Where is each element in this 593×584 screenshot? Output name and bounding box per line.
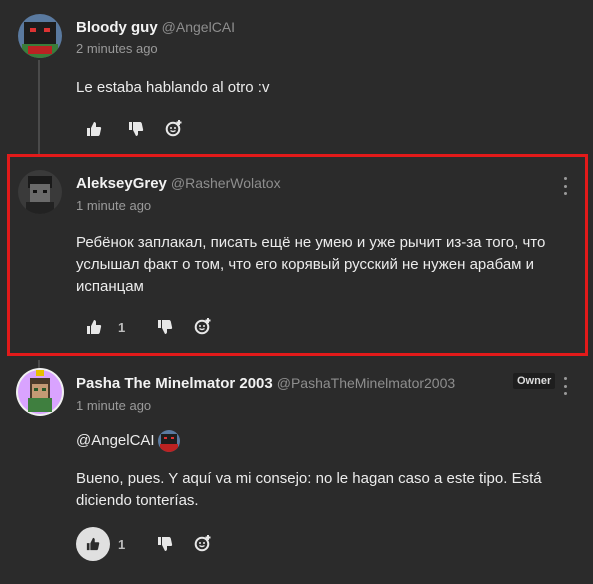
- dislike-icon[interactable]: [155, 534, 175, 554]
- comment-text: Le estaba hablando al otro :v: [76, 79, 270, 96]
- comment-text: Ребёнок заплакал, писать ещё не умею и у…: [76, 234, 546, 295]
- like-icon[interactable]: [84, 317, 104, 337]
- comment-text: Bueno, pues. Y aquí va mi consejo: no le…: [76, 470, 542, 509]
- more-options-icon[interactable]: [561, 177, 569, 195]
- author-name[interactable]: AlekseyGrey @RasherWolatox: [76, 175, 281, 192]
- avatar[interactable]: [18, 170, 62, 214]
- timestamp[interactable]: 2 minutes ago: [76, 41, 158, 56]
- reply-icon[interactable]: [164, 118, 184, 138]
- reply-icon[interactable]: [193, 533, 213, 553]
- author-handle[interactable]: @AngelCAI: [162, 19, 235, 35]
- like-count: 1: [118, 537, 126, 552]
- like-icon: [86, 537, 100, 551]
- dislike-icon[interactable]: [126, 119, 146, 139]
- timestamp[interactable]: 1 minute ago: [76, 398, 151, 413]
- dislike-icon[interactable]: [155, 317, 175, 337]
- mention-avatar: [158, 430, 180, 452]
- mention-link[interactable]: @AngelCAI: [76, 432, 155, 449]
- like-count: 1: [118, 320, 126, 335]
- avatar[interactable]: [18, 14, 62, 58]
- like-button-active[interactable]: [76, 527, 110, 561]
- thread-line: [38, 60, 40, 156]
- author-handle[interactable]: @RasherWolatox: [171, 175, 281, 191]
- timestamp[interactable]: 1 minute ago: [76, 198, 151, 213]
- reply-icon[interactable]: [193, 316, 213, 336]
- author-name[interactable]: Bloody guy @AngelCAI: [76, 19, 235, 36]
- more-options-icon[interactable]: [561, 377, 569, 395]
- like-icon[interactable]: [84, 119, 104, 139]
- author-handle[interactable]: @PashaTheMinelmator2003: [277, 375, 455, 391]
- avatar[interactable]: [16, 368, 64, 416]
- owner-badge: Owner: [513, 373, 556, 389]
- author-name[interactable]: Pasha The Minelmator 2003 @PashaTheMinelm…: [76, 375, 455, 392]
